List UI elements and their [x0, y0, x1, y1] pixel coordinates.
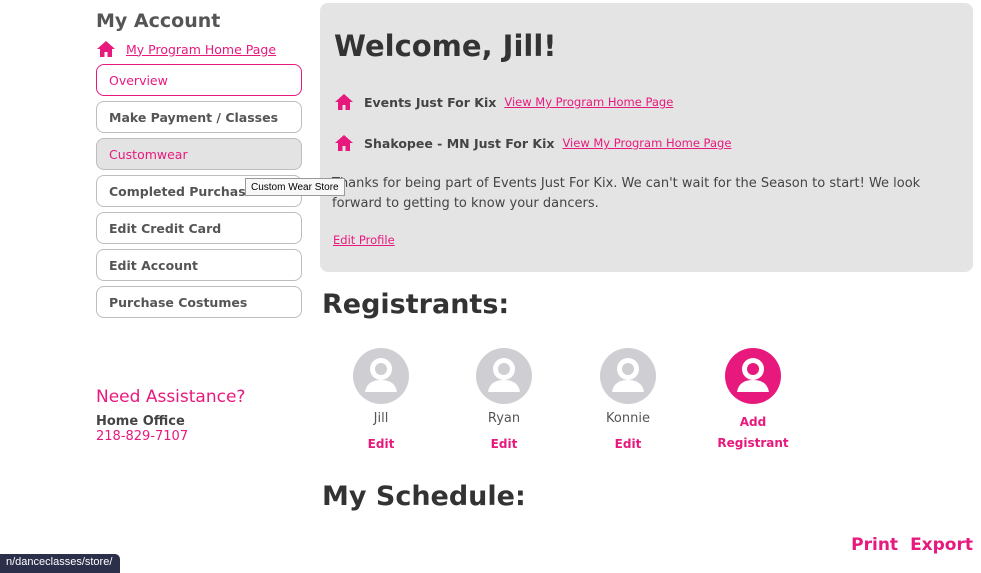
nav-customwear[interactable]: Customwear	[96, 138, 302, 170]
welcome-message: Thanks for being part of Events Just For…	[332, 176, 921, 211]
nav-edit-account[interactable]: Edit Account	[96, 249, 302, 281]
registrant-name: Ryan	[487, 411, 521, 426]
welcome-panel: Welcome, Jill! Events Just For Kix View …	[320, 3, 973, 272]
welcome-title: Welcome, Jill!	[334, 29, 557, 63]
customwear-tooltip: Custom Wear Store	[245, 178, 345, 196]
assistance-title: Need Assistance?	[96, 387, 246, 407]
schedule-title: My Schedule:	[322, 481, 526, 512]
edit-registrant-link[interactable]: Edit	[588, 437, 668, 451]
view-program-home-link[interactable]: View My Program Home Page	[562, 136, 731, 150]
program-name: Shakopee - MN Just For Kix	[364, 135, 555, 151]
edit-profile-link[interactable]: Edit Profile	[333, 233, 395, 247]
nav-edit-credit-card[interactable]: Edit Credit Card	[96, 212, 302, 244]
add-registrant-label[interactable]: Add Registrant	[713, 412, 793, 454]
home-office-label: Home Office	[96, 414, 185, 429]
registrant-name: Jill	[373, 411, 389, 426]
add-user-icon[interactable]	[725, 348, 781, 404]
user-avatar-icon[interactable]	[476, 348, 532, 404]
view-program-home-link[interactable]: View My Program Home Page	[504, 95, 673, 109]
edit-registrant-link[interactable]: Edit	[341, 437, 421, 451]
registrant-name: Konnie	[606, 411, 650, 426]
home-office-phone[interactable]: 218-829-7107	[96, 429, 245, 444]
schedule-toolbar: Print Export	[851, 535, 973, 555]
program-row: Shakopee - MN Just For Kix View My Progr…	[334, 134, 731, 152]
print-button[interactable]: Print	[851, 535, 898, 555]
nav-overview[interactable]: Overview	[96, 64, 302, 96]
assistance-block: Need Assistance? Home Office 218-829-710…	[96, 386, 245, 444]
export-button[interactable]: Export	[910, 535, 973, 555]
home-icon	[97, 41, 115, 57]
nav-make-payment[interactable]: Make Payment / Classes	[96, 101, 302, 133]
registrant-card: Ryan Edit	[464, 348, 544, 451]
program-name: Events Just For Kix	[364, 94, 497, 110]
program-row: Events Just For Kix View My Program Home…	[334, 93, 673, 111]
add-registrant-label-line1: Add	[739, 415, 767, 429]
user-avatar-icon[interactable]	[353, 348, 409, 404]
registrant-card: Jill Edit	[341, 348, 421, 451]
registrants-title: Registrants:	[322, 289, 510, 320]
home-icon	[335, 135, 353, 151]
sidebar-title: My Account	[96, 10, 221, 32]
home-link-row: My Program Home Page	[96, 38, 302, 60]
edit-registrant-link[interactable]: Edit	[464, 437, 544, 451]
registrant-card: Konnie Edit	[588, 348, 668, 451]
my-program-home-link[interactable]: My Program Home Page	[126, 42, 276, 57]
add-registrant-label-line2: Registrant	[717, 436, 789, 450]
user-avatar-icon[interactable]	[600, 348, 656, 404]
add-registrant-card[interactable]: Add Registrant	[713, 348, 793, 454]
nav-purchase-costumes[interactable]: Purchase Costumes	[96, 286, 302, 318]
status-bar-url: n/danceclasses/store/	[0, 554, 121, 573]
account-sidebar: My Account My Program Home Page Overview…	[96, 8, 302, 323]
home-icon	[335, 94, 353, 110]
